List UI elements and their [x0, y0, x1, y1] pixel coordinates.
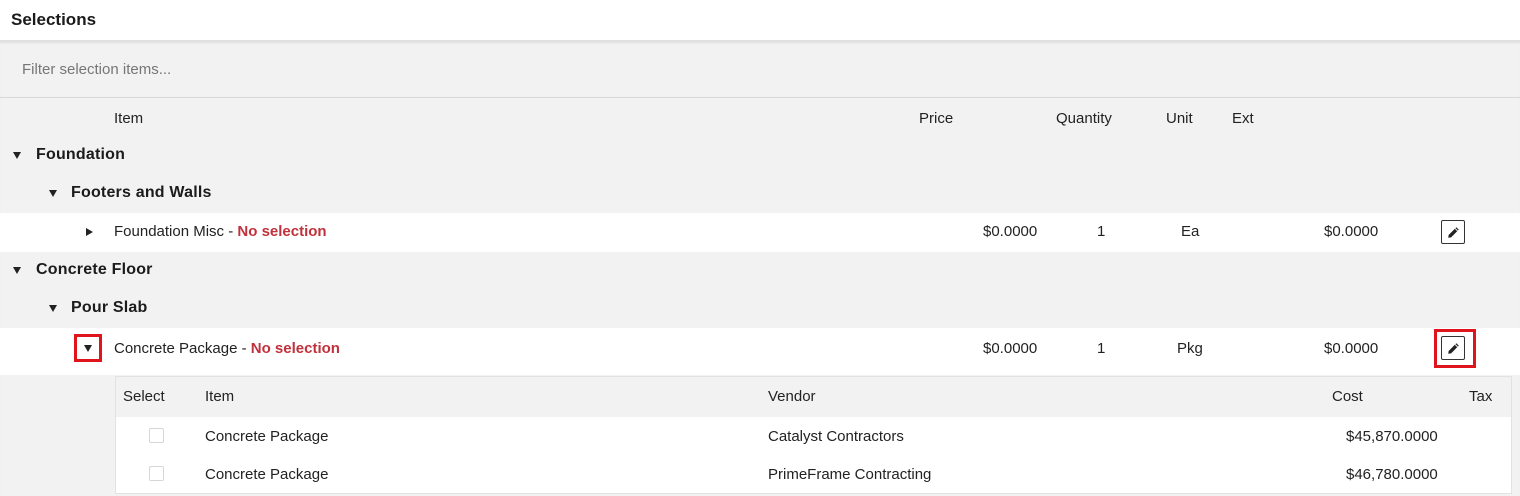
select-checkbox[interactable] — [149, 428, 164, 443]
subgroup-row-pour-slab[interactable]: Pour Slab — [0, 290, 1520, 328]
table-row: Concrete Package Catalyst Contractors $4… — [116, 417, 1511, 455]
caret-down-icon[interactable] — [13, 152, 21, 159]
caret-right-icon[interactable] — [86, 228, 93, 236]
column-header-ext: Ext — [1232, 110, 1254, 127]
item-ext: $0.0000 — [1324, 340, 1379, 357]
item-separator: - — [237, 340, 251, 357]
options-header-select: Select — [123, 388, 165, 405]
options-header-tax: Tax — [1469, 388, 1493, 405]
select-checkbox[interactable] — [149, 466, 164, 481]
item-price: $0.0000 — [983, 340, 1038, 357]
subgroup-label: Footers and Walls — [71, 184, 212, 201]
option-cost: $46,780.0000 — [1346, 466, 1438, 483]
option-vendor: PrimeFrame Contracting — [768, 466, 932, 483]
option-item: Concrete Package — [205, 428, 329, 445]
item-name: Foundation Misc - No selection — [114, 223, 327, 240]
subgroup-label: Pour Slab — [71, 299, 148, 316]
filter-bar — [0, 41, 1520, 98]
item-row-concrete-package: Concrete Package - No selection $0.0000 … — [0, 328, 1520, 375]
item-name: Concrete Package - No selection — [114, 340, 340, 357]
caret-down-icon[interactable] — [49, 305, 57, 312]
option-item: Concrete Package — [205, 466, 329, 483]
option-vendor: Catalyst Contractors — [768, 428, 904, 445]
status-no-selection: No selection — [250, 340, 340, 357]
group-label: Concrete Floor — [36, 261, 153, 278]
item-row-foundation-misc: Foundation Misc - No selection $0.0000 1… — [0, 213, 1520, 252]
caret-down-icon[interactable] — [13, 267, 21, 274]
panel-title: Selections — [0, 0, 1520, 40]
table-row: Concrete Package PrimeFrame Contracting … — [116, 455, 1511, 493]
item-name-text: Concrete Package — [114, 340, 238, 357]
item-quantity: 1 — [1097, 340, 1106, 357]
item-unit: Ea — [1181, 223, 1200, 240]
column-header-price: Price — [919, 110, 954, 127]
options-table-header: Select Item Vendor Cost Tax — [116, 377, 1511, 417]
status-no-selection: No selection — [237, 223, 327, 240]
panel-title-text: Selections — [11, 10, 97, 29]
column-header-item: Item — [114, 110, 144, 127]
item-price: $0.0000 — [983, 223, 1038, 240]
selections-panel: Item Price Quantity Unit Ext Foundation … — [0, 40, 1520, 496]
group-row-concrete-floor[interactable]: Concrete Floor — [0, 252, 1520, 290]
item-name-text: Foundation Misc — [114, 223, 225, 240]
filter-input[interactable] — [20, 59, 620, 79]
vendor-options-table: Select Item Vendor Cost Tax Concrete Pac… — [115, 376, 1512, 494]
group-row-foundation[interactable]: Foundation — [0, 137, 1520, 175]
caret-down-icon[interactable] — [49, 190, 57, 197]
item-ext: $0.0000 — [1324, 223, 1379, 240]
edit-button[interactable] — [1441, 220, 1465, 244]
column-header-quantity: Quantity — [1056, 110, 1112, 127]
subgroup-row-footers-and-walls[interactable]: Footers and Walls — [0, 175, 1520, 213]
pencil-icon — [1447, 342, 1459, 354]
options-header-vendor: Vendor — [768, 388, 816, 405]
options-header-cost: Cost — [1332, 388, 1363, 405]
caret-down-icon[interactable] — [84, 345, 92, 352]
option-cost: $45,870.0000 — [1346, 428, 1438, 445]
edit-button[interactable] — [1441, 336, 1465, 360]
pencil-icon — [1447, 226, 1459, 238]
item-quantity: 1 — [1097, 223, 1106, 240]
item-unit: Pkg — [1177, 340, 1203, 357]
column-header-unit: Unit — [1166, 110, 1193, 127]
options-header-item: Item — [205, 388, 235, 405]
group-label: Foundation — [36, 146, 126, 163]
item-separator: - — [224, 223, 238, 240]
